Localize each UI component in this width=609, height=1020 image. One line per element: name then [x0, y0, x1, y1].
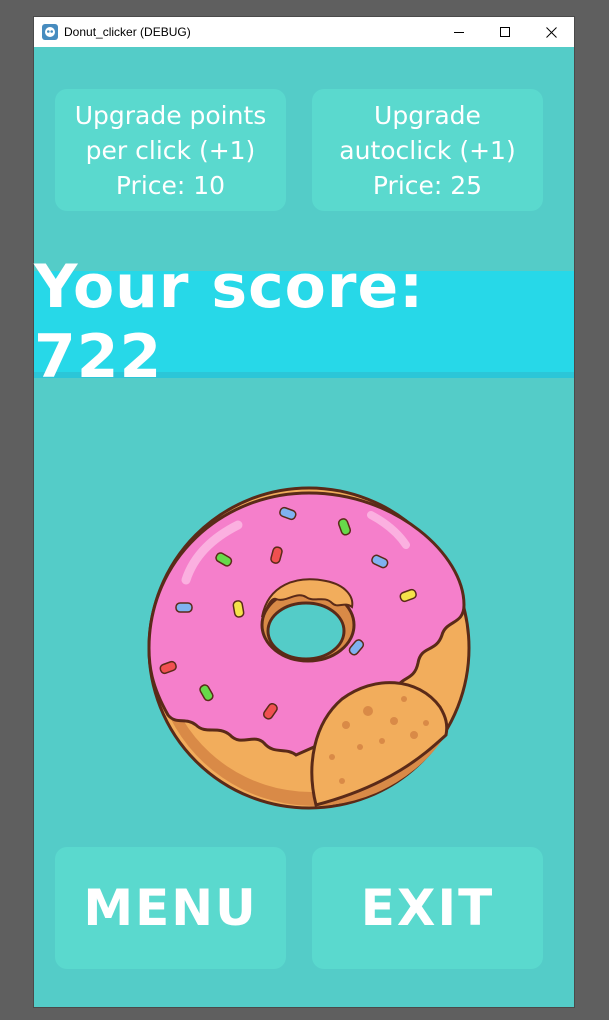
upgrade-autoclick-price: Price: 25 [372, 170, 483, 200]
close-button[interactable] [528, 17, 574, 47]
menu-button-label: MENU [83, 879, 258, 937]
upgrade-autoclick-button[interactable]: Upgrade autoclick (+1) Price: 25 [312, 89, 543, 211]
upgrade-autoclick-line2: autoclick (+1) [339, 135, 516, 165]
upgrade-per-click-line1: Upgrade points [74, 100, 267, 130]
maximize-icon [499, 26, 510, 37]
minimize-icon [453, 31, 464, 33]
game-window: Donut_clicker (DEBUG) Upgrade points per… [34, 17, 574, 1007]
game-area: Upgrade points per click (+1) Price: 10 … [34, 47, 574, 1007]
exit-button[interactable]: EXIT [312, 847, 543, 969]
minimize-button[interactable] [436, 17, 482, 47]
close-icon [545, 26, 557, 38]
upgrade-per-click-line2: per click (+1) [85, 135, 256, 165]
donut-hole [266, 601, 346, 661]
maximize-button[interactable] [482, 17, 528, 47]
donut-button[interactable] [146, 485, 472, 811]
score-bar: Your score: 722 [34, 252, 574, 392]
upgrade-autoclick-line1: Upgrade [374, 100, 481, 130]
upgrade-per-click-button[interactable]: Upgrade points per click (+1) Price: 10 [55, 89, 286, 211]
window-title: Donut_clicker (DEBUG) [64, 25, 191, 39]
score-text: Your score: 722 [34, 251, 425, 392]
exit-button-label: EXIT [360, 879, 495, 937]
upgrade-per-click-price: Price: 10 [115, 170, 226, 200]
godot-icon [42, 24, 58, 40]
menu-button[interactable]: MENU [55, 847, 286, 969]
title-bar[interactable]: Donut_clicker (DEBUG) [34, 17, 574, 47]
